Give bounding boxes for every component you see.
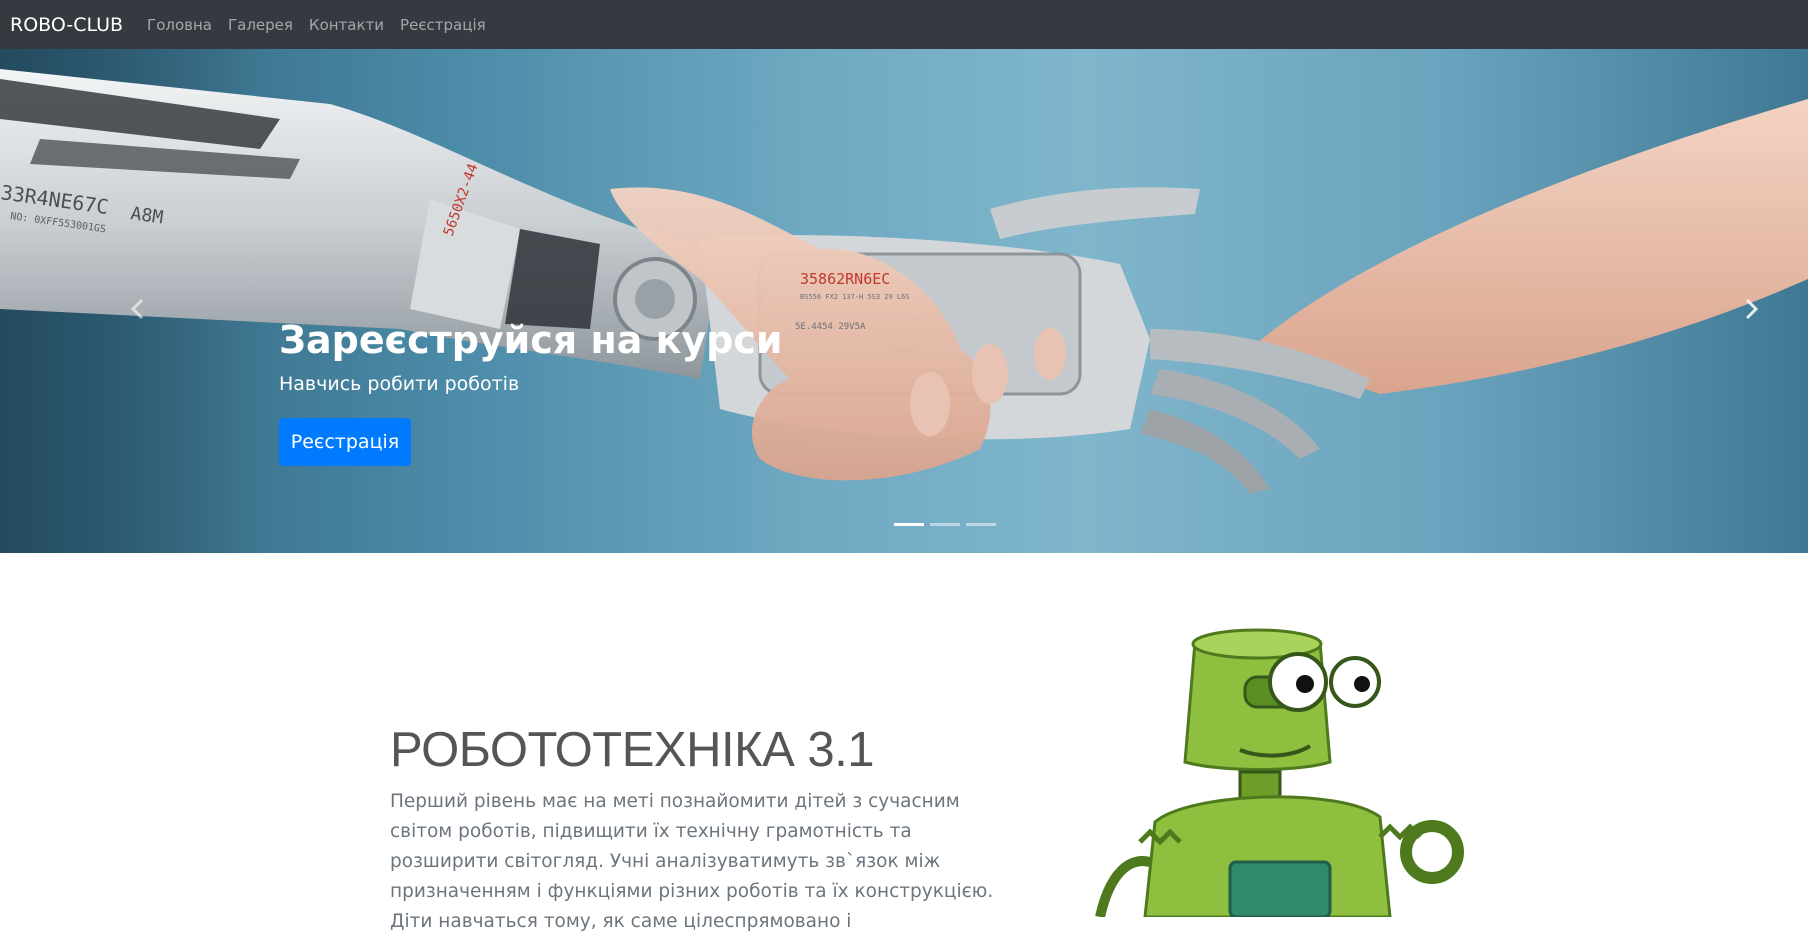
carousel-indicator-3[interactable] <box>966 523 996 526</box>
carousel-indicators <box>894 523 1002 526</box>
carousel-register-button[interactable]: Реєстрація <box>279 418 411 466</box>
section-description: Перший рівень має на меті познайомити ді… <box>390 791 994 932</box>
section-heading: РОБОТОТЕХНІКА 3.1 <box>390 723 875 777</box>
green-robot-illustration <box>1095 628 1464 917</box>
robot-human-handshake-image: 33R4NE67C A8M NO: 0XFF553001GS 5650X2-44… <box>0 49 1808 553</box>
hand-ref-text: 5E.4454 29V5A <box>795 322 866 332</box>
chevron-right-icon <box>1745 298 1759 320</box>
carousel-indicator-1[interactable] <box>894 523 924 526</box>
brand-logo-link[interactable]: ROBO-CLUB <box>10 14 123 36</box>
top-navbar: ROBO-CLUB Головна Галерея Контакти Реєст… <box>0 0 1808 49</box>
hand-small-text: BS556 FX2 137-H 5S3 29 L6S <box>800 293 910 301</box>
carousel-caption-title: Зареєструйся на курси <box>279 318 783 362</box>
carousel-caption: Зареєструйся на курси Навчись робити роб… <box>279 315 782 395</box>
nav-link-contacts[interactable]: Контакти <box>309 16 384 34</box>
nav-link-gallery[interactable]: Галерея <box>228 16 293 34</box>
carousel-indicator-2[interactable] <box>930 523 960 526</box>
carousel-caption-subtitle: Навчись робити роботів <box>279 373 520 395</box>
carousel-next-button[interactable] <box>1732 289 1772 329</box>
hand-code-text: 35862RN6EC <box>800 270 890 288</box>
hero-carousel: 33R4NE67C A8M NO: 0XFF553001GS 5650X2-44… <box>0 49 1808 553</box>
nav-link-registration[interactable]: Реєстрація <box>400 16 486 34</box>
carousel-prev-button[interactable] <box>117 289 157 329</box>
chevron-left-icon <box>130 298 144 320</box>
nav-link-home[interactable]: Головна <box>147 16 212 34</box>
